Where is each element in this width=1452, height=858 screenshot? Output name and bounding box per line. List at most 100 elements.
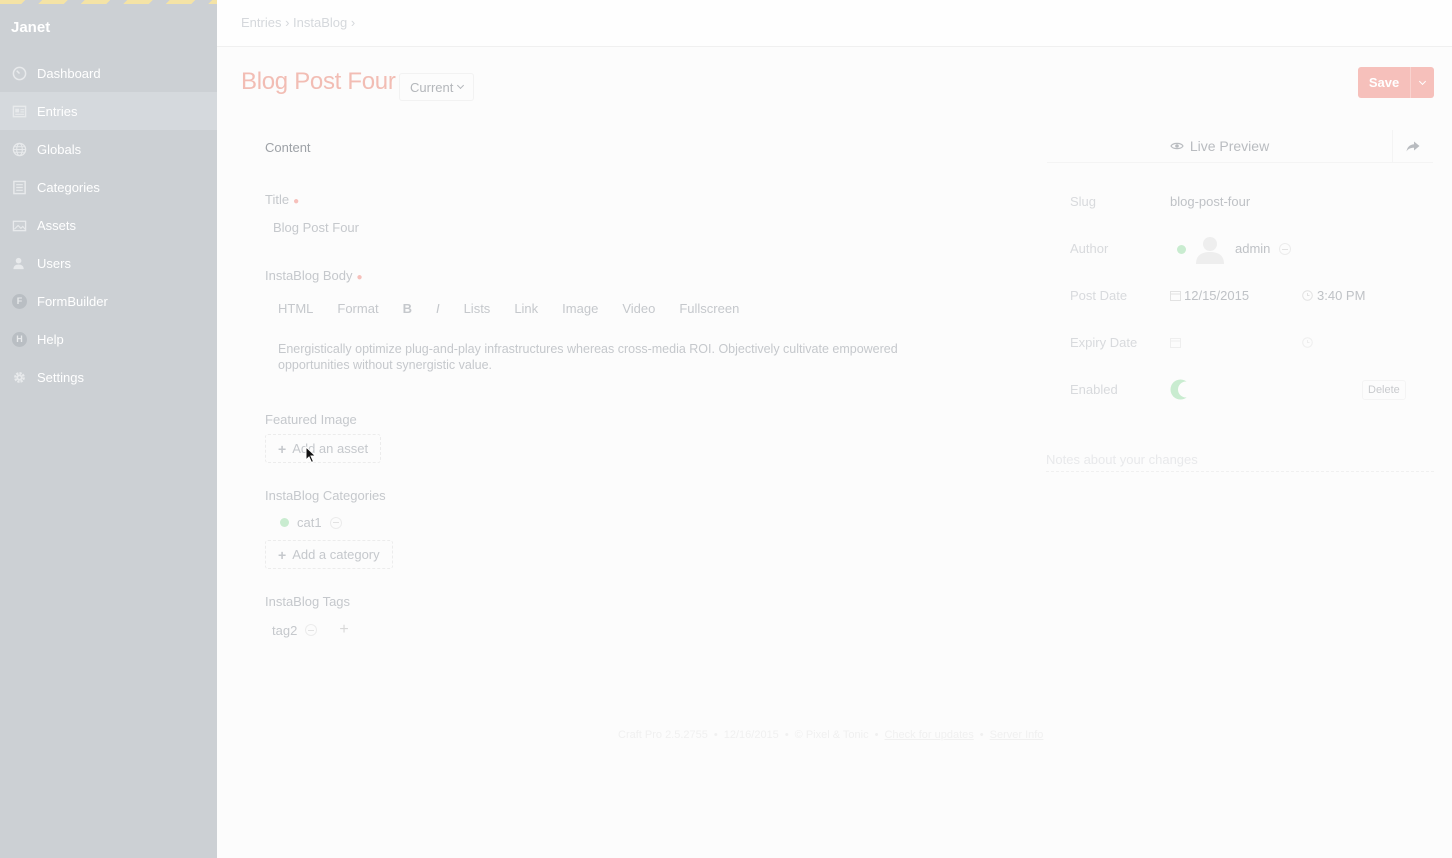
sidebar-item-categories[interactable]: Categories bbox=[0, 168, 217, 206]
categories-field-label: InstaBlog Categories bbox=[265, 488, 386, 503]
rte-italic-button[interactable]: I bbox=[436, 301, 440, 316]
footer-separator: • bbox=[874, 729, 879, 741]
sidebar-item-dashboard[interactable]: Dashboard bbox=[0, 54, 217, 92]
breadcrumb-entries[interactable]: Entries bbox=[241, 15, 281, 30]
sidebar-item-label: Users bbox=[37, 255, 71, 271]
enabled-toggle[interactable] bbox=[1170, 379, 1192, 400]
remove-icon[interactable] bbox=[305, 624, 318, 636]
main-content: Entries › InstaBlog › Blog Post Four Cur… bbox=[217, 0, 1452, 858]
slug-field[interactable]: blog-post-four bbox=[1170, 194, 1250, 209]
site-name[interactable]: Janet bbox=[0, 4, 217, 48]
sidebar-item-label: Settings bbox=[37, 369, 84, 385]
tags-field: tag2 + bbox=[272, 621, 349, 639]
body-field-label: InstaBlog Body ● bbox=[265, 268, 363, 283]
sidebar-item-label: Dashboard bbox=[37, 65, 101, 81]
required-indicator-icon: ● bbox=[356, 272, 363, 283]
post-date-field[interactable]: 12/15/2015 bbox=[1184, 288, 1249, 303]
clock-icon bbox=[1302, 290, 1313, 301]
chevron-down-icon bbox=[457, 81, 465, 90]
rte-lists-button[interactable]: Lists bbox=[464, 301, 491, 316]
chevron-down-icon bbox=[1418, 77, 1427, 85]
tags-field-label: InstaBlog Tags bbox=[265, 594, 351, 609]
add-category-button[interactable]: + Add a category bbox=[265, 540, 393, 569]
header-bar bbox=[217, 0, 1452, 47]
title-label-text: Title bbox=[265, 192, 290, 207]
sidebar-item-assets[interactable]: Assets bbox=[0, 206, 217, 244]
tag-item[interactable]: tag2 bbox=[272, 623, 297, 638]
breadcrumb-instablog[interactable]: InstaBlog bbox=[293, 15, 347, 30]
rich-text-editor[interactable]: Energistically optimize plug-and-play in… bbox=[278, 341, 958, 373]
breadcrumb-separator: › bbox=[285, 15, 294, 30]
save-options-button[interactable] bbox=[1410, 67, 1434, 98]
page-title: Blog Post Four bbox=[241, 68, 396, 95]
main-nav: Dashboard Entries Globals Categories Ass… bbox=[0, 54, 217, 396]
delete-button[interactable]: Delete bbox=[1362, 380, 1406, 400]
live-preview-button[interactable]: Live Preview bbox=[1047, 129, 1393, 163]
rte-link-button[interactable]: Link bbox=[514, 301, 538, 316]
sidebar-item-help[interactable]: H Help bbox=[0, 320, 217, 358]
share-icon bbox=[1406, 141, 1420, 151]
sidebar-item-settings[interactable]: Settings bbox=[0, 358, 217, 396]
author-field[interactable]: admin bbox=[1235, 241, 1270, 256]
featured-image-label: Featured Image bbox=[265, 412, 357, 427]
formbuilder-icon: F bbox=[12, 293, 27, 309]
sidebar-item-formbuilder[interactable]: F FormBuilder bbox=[0, 282, 217, 320]
calendar-icon[interactable] bbox=[1170, 337, 1181, 348]
footer-separator: • bbox=[713, 729, 718, 741]
help-icon: H bbox=[12, 331, 27, 347]
eye-icon bbox=[1170, 142, 1184, 150]
sidebar-item-label: Help bbox=[37, 331, 64, 347]
notes-field[interactable] bbox=[1046, 448, 1434, 472]
post-date-label: Post Date bbox=[1070, 288, 1128, 303]
rte-video-button[interactable]: Video bbox=[622, 301, 655, 316]
copyright: © Pixel & Tonic bbox=[794, 729, 869, 741]
assets-icon bbox=[12, 218, 27, 233]
breadcrumb-separator: › bbox=[350, 15, 356, 30]
required-indicator-icon: ● bbox=[293, 196, 300, 207]
live-preview-bar: Live Preview bbox=[1047, 129, 1433, 163]
sidebar-item-label: Globals bbox=[37, 141, 82, 157]
category-item[interactable]: cat1 bbox=[280, 515, 342, 530]
rte-bold-button[interactable]: B bbox=[403, 301, 412, 316]
rte-fullscreen-button[interactable]: Fullscreen bbox=[679, 301, 739, 316]
entries-icon bbox=[12, 104, 27, 119]
plus-icon: + bbox=[278, 440, 287, 457]
enabled-label: Enabled bbox=[1070, 382, 1118, 397]
remove-icon[interactable] bbox=[1279, 243, 1291, 255]
rte-image-button[interactable]: Image bbox=[562, 301, 598, 316]
clock-icon[interactable] bbox=[1302, 337, 1313, 348]
users-icon bbox=[12, 256, 27, 271]
share-button[interactable] bbox=[1393, 130, 1433, 163]
save-button-group: Save bbox=[1358, 67, 1434, 98]
save-button[interactable]: Save bbox=[1358, 67, 1410, 98]
revision-menu-button[interactable]: Current bbox=[399, 73, 475, 101]
server-info-link[interactable]: Server Info bbox=[990, 729, 1044, 741]
add-tag-icon[interactable]: + bbox=[339, 621, 348, 639]
revision-label: Current bbox=[410, 79, 454, 95]
sidebar: Janet Dashboard Entries Globals Categori… bbox=[0, 0, 217, 858]
add-asset-label: Add an asset bbox=[292, 441, 369, 456]
dashboard-icon bbox=[12, 66, 27, 81]
sidebar-item-label: Entries bbox=[37, 103, 78, 119]
add-asset-button[interactable]: + Add an asset bbox=[265, 434, 382, 463]
gear-icon bbox=[12, 370, 27, 385]
sidebar-item-globals[interactable]: Globals bbox=[0, 130, 217, 168]
sidebar-item-users[interactable]: Users bbox=[0, 244, 217, 282]
tab-content[interactable]: Content bbox=[265, 140, 311, 155]
rte-format-button[interactable]: Format bbox=[337, 301, 378, 316]
breadcrumb: Entries › InstaBlog › bbox=[241, 15, 355, 30]
sidebar-item-entries[interactable]: Entries bbox=[0, 92, 217, 130]
expiry-date-label: Expiry Date bbox=[1070, 335, 1138, 350]
slug-label: Slug bbox=[1070, 194, 1097, 209]
footer-separator: • bbox=[784, 729, 789, 741]
add-category-label: Add a category bbox=[292, 547, 380, 562]
post-time-field[interactable]: 3:40 PM bbox=[1317, 288, 1365, 303]
live-preview-label: Live Preview bbox=[1189, 138, 1270, 154]
sidebar-item-label: Categories bbox=[37, 179, 100, 195]
rte-html-button[interactable]: HTML bbox=[278, 301, 313, 316]
title-field[interactable]: Blog Post Four bbox=[273, 220, 359, 235]
body-label-text: InstaBlog Body bbox=[265, 268, 353, 283]
check-updates-link[interactable]: Check for updates bbox=[884, 729, 973, 741]
build-date: 12/16/2015 bbox=[723, 729, 779, 741]
remove-icon[interactable] bbox=[329, 516, 342, 529]
